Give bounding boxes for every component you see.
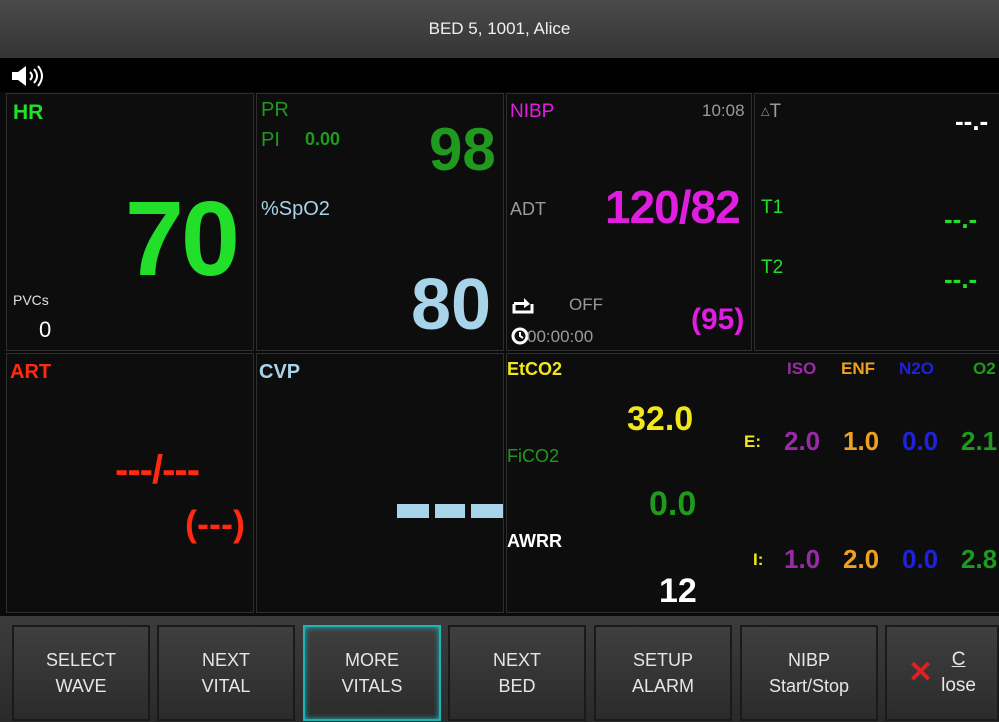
awrr-label: AWRR [507, 531, 562, 551]
gas-e-label: E: [744, 432, 761, 451]
pvc-label: PVCs [13, 292, 49, 308]
setup-alarm-button[interactable]: SETUP ALARM [594, 625, 732, 721]
select-wave-button[interactable]: SELECT WAVE [12, 625, 150, 721]
next-bed-line1: NEXT [492, 650, 541, 670]
close-label-underlined-letter: C [951, 649, 966, 670]
gas-e-enf: 1.0 [843, 426, 880, 456]
speaker-volume-icon[interactable] [10, 64, 54, 88]
title-bar: BED 5, 1001, Alice [0, 0, 999, 59]
delta-t-label: △T [761, 102, 781, 121]
fico2-value: 0.0 [649, 485, 697, 523]
nibp-tile[interactable]: NIBP 10:08 ADT 120/82 OFF 00:00:00 (95) [506, 93, 752, 351]
gas-header-enf: ENF [841, 359, 875, 378]
delta-t-text: T [769, 101, 782, 122]
gas-header-n2o: N2O [899, 359, 934, 378]
setup-alarm-line1: SETUP [632, 650, 693, 670]
cvp-tile[interactable]: CVP [256, 353, 504, 613]
next-bed-button[interactable]: NEXT BED [448, 625, 586, 721]
art-tile[interactable]: ART ---/--- (---) [6, 353, 254, 613]
nibp-timer: 00:00:00 [527, 327, 594, 346]
nibp-start-stop-button[interactable]: NIBP Start/Stop [740, 625, 878, 721]
close-button[interactable]: ✕ Close [885, 625, 999, 721]
status-bar [0, 58, 999, 92]
close-label: Close [941, 647, 976, 699]
t1-label: T1 [761, 197, 784, 218]
spo2-tile[interactable]: PR PI 0.00 98 %SpO2 80 [256, 93, 504, 351]
nibp-label: NIBP [510, 101, 555, 122]
nibp-time: 10:08 [702, 101, 745, 120]
gas-i-enf: 2.0 [843, 544, 880, 574]
cvp-placeholder-dashes [395, 502, 503, 524]
next-vital-button[interactable]: NEXT VITAL [157, 625, 295, 721]
bottom-toolbar: SELECT WAVE NEXT VITAL MORE VITALS NEXT … [0, 616, 999, 722]
nibp-start-stop-line1: NIBP [787, 650, 830, 670]
art-label: ART [10, 361, 52, 383]
pvc-value: 0 [39, 317, 52, 342]
close-label-rest: lose [941, 675, 976, 696]
gas-i-label: I: [753, 550, 764, 569]
nibp-mean: (95) [691, 303, 745, 336]
more-vitals-button[interactable]: MORE VITALS [303, 625, 441, 721]
t2-label: T2 [761, 257, 784, 278]
pi-value: 0.00 [305, 129, 341, 149]
hr-label: HR [13, 101, 44, 124]
delta-t-value: --.- [955, 106, 989, 136]
hr-tile[interactable]: HR 70 PVCs 0 [6, 93, 254, 351]
spo2-label: %SpO2 [261, 198, 330, 220]
gas-e-o2: 2.1 [961, 426, 998, 456]
nibp-start-stop-line2: Start/Stop [768, 676, 850, 696]
awrr-value: 12 [659, 572, 697, 610]
more-vitals-line2: VITALS [341, 676, 403, 696]
gas-i-iso: 1.0 [784, 544, 821, 574]
nibp-cycle-status: OFF [569, 295, 603, 314]
patient-title: BED 5, 1001, Alice [428, 19, 571, 38]
pr-label: PR [261, 99, 289, 121]
t2-value: --.- [944, 264, 978, 294]
gas-tile[interactable]: EtCO2 32.0 FiCO2 0.0 AWRR 12 ISO ENF N2O… [506, 353, 999, 613]
gas-header-o2: O2 [973, 359, 996, 378]
etco2-value: 32.0 [627, 400, 694, 438]
art-mean: (---) [185, 503, 245, 544]
nibp-value: 120/82 [605, 181, 741, 233]
pr-value: 98 [429, 116, 496, 183]
next-bed-line2: BED [498, 676, 536, 696]
select-wave-line1: SELECT [45, 650, 117, 670]
cycle-icon [510, 296, 536, 322]
art-value: ---/--- [115, 448, 200, 492]
hr-value: 70 [125, 180, 240, 298]
t1-value: --.- [944, 204, 978, 234]
gas-i-n2o: 0.0 [902, 544, 939, 574]
fico2-label: FiCO2 [507, 446, 560, 466]
nibp-mode: ADT [510, 199, 546, 219]
spo2-value: 80 [411, 265, 492, 345]
setup-alarm-line2: ALARM [631, 676, 694, 696]
pi-label: PI [261, 129, 280, 151]
temp-tile[interactable]: △T --.- T1 --.- T2 --.- [754, 93, 999, 351]
gas-header-iso: ISO [787, 359, 817, 378]
close-x-icon: ✕ [908, 656, 934, 689]
gas-e-iso: 2.0 [784, 426, 821, 456]
next-vital-line1: NEXT [201, 650, 250, 670]
gas-e-n2o: 0.0 [902, 426, 939, 456]
next-vital-line2: VITAL [201, 676, 251, 696]
more-vitals-line1: MORE [345, 650, 399, 670]
gas-i-o2: 2.8 [961, 544, 998, 574]
etco2-label: EtCO2 [507, 359, 563, 379]
cvp-label: CVP [259, 361, 301, 383]
select-wave-line2: WAVE [55, 676, 107, 696]
